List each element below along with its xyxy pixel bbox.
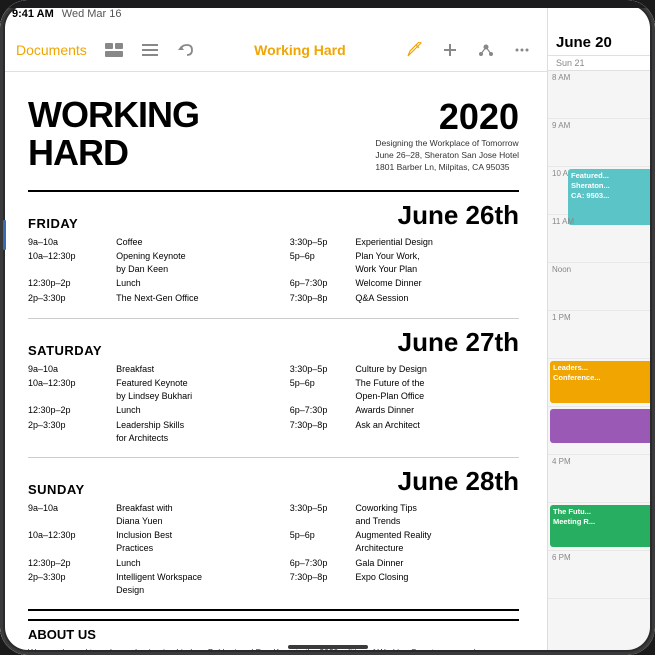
sunday-date: June 28th [398,466,519,497]
saturday-divider [28,457,519,458]
time-slot-3pm: 3 PM [548,407,655,455]
time-slot-2pm: 2 PM Leaders...Conference... [548,359,655,407]
table-row: 9a–10a Breakfast 3:30p–5p Culture by Des… [28,362,519,377]
time-slot-11am: 11 AM [548,215,655,263]
undo-icon[interactable] [171,35,201,65]
doc-year-block: 2020 Designing the Workplace of Tomorrow… [375,96,519,174]
saturday-section: SATURDAY June 27th 9a–10a Breakfast 3:30… [28,327,519,446]
table-row: 12:30p–2p Lunch 6p–7:30p Awards Dinner [28,403,519,418]
time-label: 4 PM [552,457,571,466]
sunday-section: SUNDAY June 28th 9a–10a Breakfast withDi… [28,466,519,597]
time-slot-5pm: 5 PM The Futu...Meeting R... [548,503,655,551]
table-row: 2p–3:30p The Next-Gen Office 7:30p–8p Q&… [28,291,519,306]
cal-month: June 20 [556,34,647,51]
time-slot-1pm: 1 PM [548,311,655,359]
about-section: ABOUT US We are pleased to welcome lumin… [28,619,519,655]
time-slot-6pm: 6 PM [548,551,655,599]
time-label: 6 PM [552,553,571,562]
list-icon[interactable] [135,35,165,65]
cal-header: June 20 [548,0,655,56]
friday-label: FRIDAY [28,216,78,231]
back-button[interactable]: Documents [10,38,93,62]
layout-icon[interactable] [99,35,129,65]
share-icon[interactable] [471,35,501,65]
table-row: 10a–12:30p Opening Keynoteby Dan Keen 5p… [28,249,519,276]
saturday-schedule: 9a–10a Breakfast 3:30p–5p Culture by Des… [28,362,519,446]
table-row: 12:30p–2p Lunch 6p–7:30p Gala Dinner [28,556,519,571]
cal-event-future[interactable]: The Futu...Meeting R... [550,505,653,547]
time-label: 1 PM [552,313,571,322]
sunday-schedule: 9a–10a Breakfast withDiana Yuen 3:30p–5p… [28,501,519,597]
time-slot-4pm: 4 PM [548,455,655,503]
table-row: 2p–3:30p Leadership Skillsfor Architects… [28,418,519,445]
ipad-device: 9:41 AM Wed Mar 16 Documents Working Har… [0,0,655,655]
saturday-label: SATURDAY [28,343,102,358]
document-content: WORKINGHARD 2020 Designing the Workplace… [0,72,547,655]
more-icon[interactable] [507,35,537,65]
saturday-date: June 27th [398,327,519,358]
toolbar: Documents Working Hard [0,28,547,72]
doc-year: 2020 [375,96,519,138]
time-slot-10am: 10 AM Featured...Sheraton...CA: 9503... [548,167,655,215]
saturday-header: SATURDAY June 27th [28,327,519,358]
friday-section: FRIDAY June 26th 9a–10a Coffee 3:30p–5p … [28,200,519,306]
sunday-label: SUNDAY [28,482,85,497]
side-indicator [3,220,6,250]
status-date: Wed Mar 16 [62,8,122,20]
time-label: 9 AM [552,121,570,130]
time-slot-noon: Noon [548,263,655,311]
time-label: 8 AM [552,73,570,82]
sunday-header: SUNDAY June 28th [28,466,519,497]
friday-divider [28,318,519,319]
table-row: 2p–3:30p Intelligent WorkspaceDesign 7:3… [28,570,519,597]
cal-event-purple[interactable] [550,409,653,443]
top-bar [0,0,655,8]
about-label: ABOUT US [28,627,519,642]
table-row: 9a–10a Breakfast withDiana Yuen 3:30p–5p… [28,501,519,528]
table-row: 12:30p–2p Lunch 6p–7:30p Welcome Dinner [28,276,519,291]
header-divider [28,190,519,192]
doc-title: WORKINGHARD [28,96,199,172]
doc-header: WORKINGHARD 2020 Designing the Workplace… [28,96,519,180]
cal-event-leaders[interactable]: Leaders...Conference... [550,361,653,403]
time-slot-9am: 9 AM [548,119,655,167]
cal-day-header: Sun 21 [548,56,655,71]
screen: 9:41 AM Wed Mar 16 Documents Working Har… [0,0,655,655]
about-text: We are pleased to welcome luminaries Lin… [28,646,519,655]
about-divider [28,609,519,611]
markup-icon[interactable] [399,35,429,65]
table-row: 10a–12:30p Inclusion BestPractices 5p–6p… [28,528,519,555]
cal-body[interactable]: 8 AM 9 AM 10 AM Featured...Sheraton...CA… [548,71,655,655]
add-icon[interactable] [435,35,465,65]
doc-subtitle: Designing the Workplace of Tomorrow June… [375,138,519,174]
calendar-sidebar: June 20 Sun 21 8 AM 9 AM 10 AM Featured.… [547,0,655,655]
toolbar-title: Working Hard [207,42,393,58]
document-panel: 9:41 AM Wed Mar 16 Documents Working Har… [0,0,547,655]
home-indicator [288,645,368,649]
friday-date: June 26th [398,200,519,231]
status-time: 9:41 AM [12,8,54,20]
time-label: 11 AM [552,217,574,226]
friday-schedule: 9a–10a Coffee 3:30p–5p Experiential Desi… [28,235,519,306]
time-label: Noon [552,265,571,274]
friday-header: FRIDAY June 26th [28,200,519,231]
table-row: 9a–10a Coffee 3:30p–5p Experiential Desi… [28,235,519,250]
table-row: 10a–12:30p Featured Keynoteby Lindsey Bu… [28,376,519,403]
time-slot-8am: 8 AM [548,71,655,119]
